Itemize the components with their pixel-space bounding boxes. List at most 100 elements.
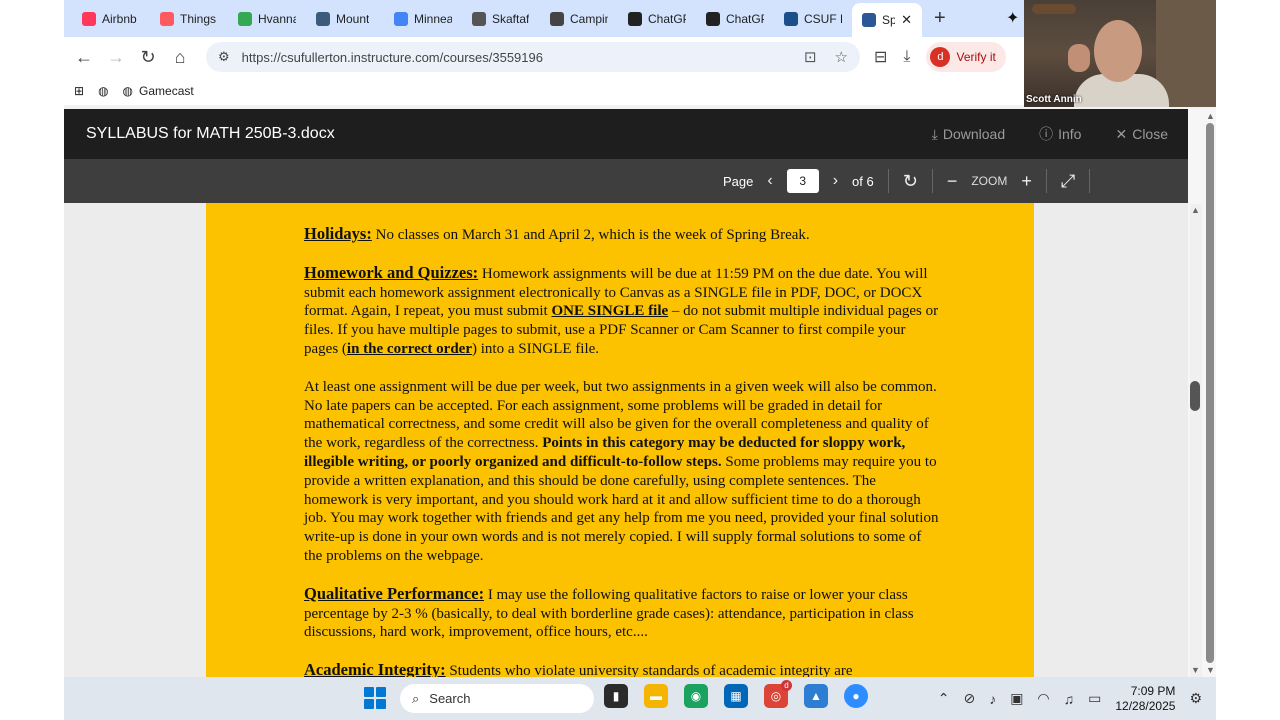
screen: Airbnb Things Hvanna Mount Minnea Skaftaf Camp… bbox=[64, 0, 1216, 720]
tab-search-icon[interactable]: ⊟ bbox=[874, 47, 887, 67]
site-info-icon[interactable]: ⚙ bbox=[218, 49, 230, 65]
tab-skaftaf[interactable]: Skaftaf bbox=[462, 4, 540, 34]
homework-paragraph: Homework and Quizzes: Homework assignmen… bbox=[304, 263, 940, 359]
tab-chatgp[interactable]: ChatGP bbox=[696, 4, 774, 34]
tab-hvanna[interactable]: Hvanna bbox=[228, 4, 306, 34]
search-label: Search bbox=[429, 691, 471, 706]
viewer-scroll-thumb[interactable] bbox=[1190, 381, 1200, 411]
divider bbox=[1045, 169, 1047, 193]
scroll-down-icon[interactable]: ▼ bbox=[1191, 665, 1200, 675]
tab-label: CSUF P bbox=[804, 11, 842, 26]
tab-sp[interactable]: Sp ✕ bbox=[852, 3, 922, 37]
edge-icon[interactable]: ◉ bbox=[684, 684, 708, 708]
gamecast-label: Gamecast bbox=[139, 84, 194, 98]
apps-icon: ⊞ bbox=[74, 84, 85, 98]
tab-label: ChatGP bbox=[726, 11, 764, 26]
document-page: Holidays: No classes on March 31 and Apr… bbox=[206, 203, 1034, 677]
url-text: https://csufullerton.instructure.com/cou… bbox=[241, 49, 543, 65]
address-bar[interactable]: ⚙ https://csufullerton.instructure.com/c… bbox=[206, 42, 860, 72]
store-icon[interactable]: ▦ bbox=[724, 684, 748, 708]
forward-icon[interactable]: → bbox=[100, 41, 132, 73]
scroll-up-icon[interactable]: ▲ bbox=[1191, 205, 1200, 215]
zoom-in-icon[interactable]: + bbox=[1021, 171, 1032, 192]
taskbar-search[interactable]: ⌕ Search bbox=[400, 684, 594, 713]
tab-things[interactable]: Things bbox=[150, 4, 228, 34]
clock[interactable]: 7:09 PM 12/28/2025 bbox=[1115, 684, 1175, 714]
page-scroll-thumb[interactable] bbox=[1206, 123, 1214, 663]
maps-icon bbox=[394, 11, 408, 26]
gemini-icon[interactable]: ✦ bbox=[1006, 8, 1019, 28]
chatgpt-icon bbox=[706, 11, 720, 26]
fullscreen-icon[interactable]: ⤢ bbox=[1061, 171, 1075, 192]
document-title: SYLLABUS for MATH 250B-3.docx bbox=[86, 125, 335, 142]
gamecast-bookmark[interactable]: ◍ Gamecast bbox=[123, 84, 194, 98]
volume-icon[interactable]: ♫ bbox=[1064, 691, 1075, 707]
tab-minnea[interactable]: Minnea bbox=[384, 4, 462, 34]
download-button[interactable]: ⤓ Download bbox=[932, 124, 1005, 144]
tab-label: Campin bbox=[570, 11, 608, 26]
mic-icon[interactable]: ♪ bbox=[989, 691, 996, 707]
viewer-header: SYLLABUS for MATH 250B-3.docx ⤓ Download … bbox=[64, 109, 1188, 159]
meet-icon[interactable]: ▣ bbox=[1010, 690, 1023, 707]
page-label: Page bbox=[723, 173, 754, 189]
windows-start-icon[interactable] bbox=[364, 687, 386, 709]
rotate-icon[interactable]: ↻ bbox=[903, 171, 918, 192]
profile-avatar: d bbox=[930, 47, 951, 67]
download-label: Download bbox=[942, 126, 1006, 142]
new-tab-icon[interactable]: + bbox=[922, 7, 958, 30]
home-icon[interactable]: ⌂ bbox=[164, 41, 196, 73]
download-icon[interactable]: ⤓ bbox=[903, 48, 910, 66]
close-icon: ✕ bbox=[1115, 125, 1128, 142]
vpn-icon[interactable]: ⊘ bbox=[963, 690, 975, 707]
airbnb-icon bbox=[82, 11, 96, 26]
page-scroll-up-icon[interactable]: ▲ bbox=[1206, 111, 1215, 121]
close-tab-icon[interactable]: ✕ bbox=[901, 12, 912, 28]
chrome-icon[interactable]: ◎ d bbox=[764, 680, 792, 708]
zoom-icon[interactable]: ● bbox=[844, 684, 868, 708]
tab-csuf-p[interactable]: CSUF P bbox=[774, 4, 852, 34]
document-text: Holidays: No classes on March 31 and Apr… bbox=[304, 224, 940, 677]
verify-button[interactable]: d Verify it bbox=[926, 42, 1006, 72]
battery-icon[interactable]: ▭ bbox=[1088, 690, 1101, 707]
homework-emphasis: ONE SINGLE file bbox=[551, 303, 669, 320]
tab-airbnb[interactable]: Airbnb bbox=[72, 4, 150, 34]
reload-icon[interactable]: ↻ bbox=[132, 41, 164, 73]
task-view-icon[interactable]: ▮ bbox=[604, 684, 628, 708]
info-button[interactable]: ⓘ Info bbox=[1039, 124, 1081, 144]
holidays-heading: Holidays: bbox=[304, 224, 372, 243]
chatgpt-icon bbox=[628, 11, 642, 26]
bookmark-star-icon[interactable]: ☆ bbox=[835, 48, 848, 66]
wifi-icon[interactable]: ◠ bbox=[1037, 690, 1049, 707]
notification-icon[interactable]: ⚙ bbox=[1189, 690, 1202, 707]
integrity-text: Students who violate university standard… bbox=[445, 663, 853, 677]
holidays-paragraph: Holidays: No classes on March 31 and Apr… bbox=[304, 224, 940, 245]
homework-text: ) into a SINGLE file. bbox=[472, 340, 600, 357]
page-number-input[interactable] bbox=[786, 169, 819, 193]
tab-mount[interactable]: Mount bbox=[306, 4, 384, 34]
viewer-scrollbar[interactable] bbox=[1190, 204, 1202, 678]
zoom-out-icon[interactable]: − bbox=[947, 171, 958, 192]
speaker-head bbox=[1094, 20, 1142, 82]
back-icon[interactable]: ← bbox=[68, 41, 100, 73]
file-explorer-icon[interactable]: ▬ bbox=[644, 684, 668, 708]
globe-bookmark[interactable]: ◍ bbox=[98, 84, 108, 98]
close-button[interactable]: ✕ Close bbox=[1115, 124, 1168, 144]
clock-time: 7:09 PM bbox=[1130, 683, 1176, 698]
grading-paragraph: At least one assignment will be due per … bbox=[304, 378, 940, 566]
prev-page-icon[interactable]: ‹ bbox=[767, 172, 772, 190]
tab-label: Mount bbox=[336, 11, 370, 26]
tab-chatgp[interactable]: ChatGP bbox=[618, 4, 696, 34]
tab-campin[interactable]: Campin bbox=[540, 4, 618, 34]
tray-chevron-icon[interactable]: ⌃ bbox=[938, 690, 950, 707]
taskbar: ⌕ Search ▮ ▬ ◉ ▦ ◎ d ▲ ● ⌃ ⊘ ♪ ▣ ◠ ♫ ▭ 7:… bbox=[64, 677, 1216, 720]
photos-icon[interactable]: ▲ bbox=[804, 684, 828, 708]
gamecast-icon: ◍ bbox=[122, 84, 134, 98]
clock-date: 12/28/2025 bbox=[1115, 698, 1176, 713]
webcam-overlay: Scott Annin bbox=[1024, 0, 1216, 107]
install-icon[interactable]: ⊡ bbox=[804, 48, 817, 66]
info-label: Info bbox=[1058, 126, 1082, 142]
apps-bookmark[interactable]: ⊞ bbox=[74, 84, 84, 98]
mount-icon bbox=[316, 11, 330, 26]
next-page-icon[interactable]: › bbox=[833, 172, 838, 190]
page-scroll-down-icon[interactable]: ▼ bbox=[1206, 665, 1215, 675]
